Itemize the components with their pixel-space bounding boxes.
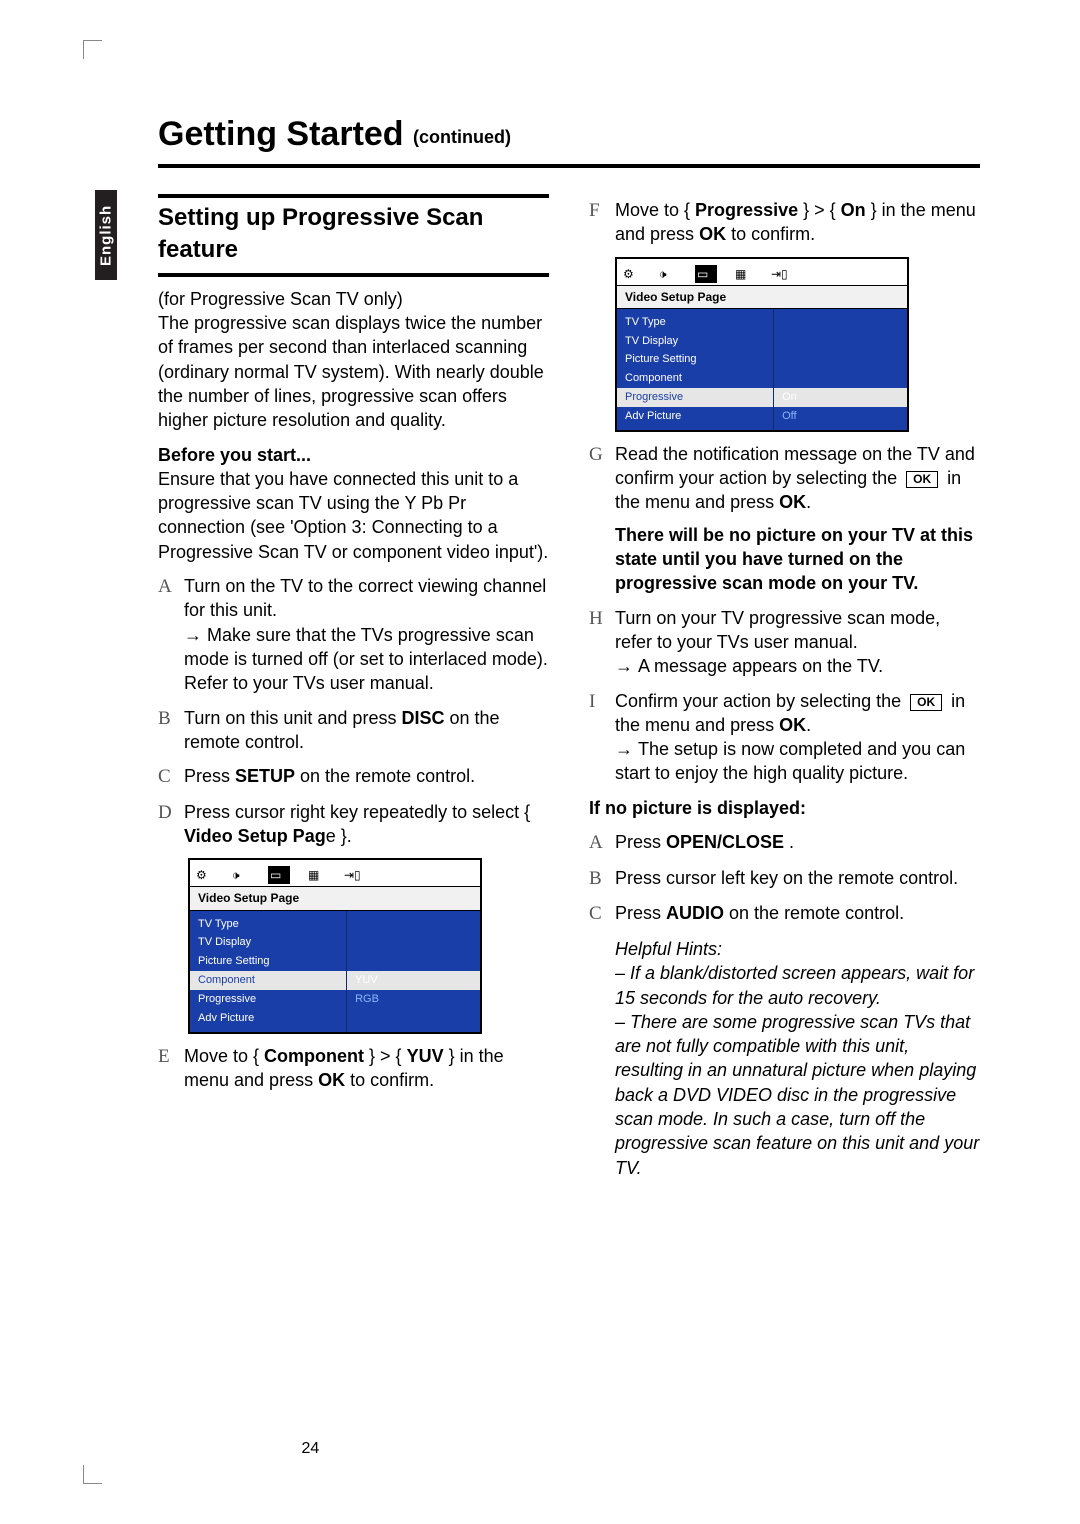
video-icon: ▭ — [695, 265, 717, 283]
pref-icon: ▦ — [735, 266, 753, 282]
osd-screenshot-component: ⚙ 🕩 ▭ ▦ ⇥▯ Video Setup Page TV TypeTV Di… — [188, 858, 482, 1033]
osd-option-item: RGB — [347, 990, 480, 1009]
osd-menu-item: Adv Picture — [617, 407, 773, 426]
general-icon: ⚙ — [623, 266, 641, 282]
osd-title: Video Setup Page — [190, 887, 480, 910]
audio-icon: 🕩 — [659, 266, 677, 282]
osd-menu-item: TV Type — [190, 915, 346, 934]
no-picture-warning: There will be no picture on your TV at t… — [615, 523, 980, 596]
step-i: I Confirm your action by selecting the O… — [589, 689, 980, 786]
step-h: H Turn on your TV progressive scan mode,… — [589, 606, 980, 679]
step-a: A Turn on the TV to the correct viewing … — [158, 574, 549, 695]
pref-icon: ▦ — [308, 867, 326, 883]
hints-label: Helpful Hints: — [615, 939, 722, 959]
osd-menu-item: TV Type — [617, 313, 773, 332]
osd-menu-item: Picture Setting — [617, 350, 773, 369]
no-picture-heading: If no picture is displayed: — [589, 796, 980, 820]
before-body: Ensure that you have connected this unit… — [158, 469, 548, 562]
nopic-a: A Press OPEN/CLOSE . — [589, 830, 980, 856]
right-column: F Move to { Progressive } > { On } in th… — [589, 188, 980, 1190]
title-main: Getting Started — [158, 115, 404, 153]
before-label: Before you start... — [158, 445, 311, 465]
osd-menu-item: Picture Setting — [190, 952, 346, 971]
step-e: E Move to { Component } > { YUV } in the… — [158, 1044, 549, 1093]
arrow-note: Make sure that the TVs progressive scan … — [184, 625, 548, 694]
manual-page: English Getting Started (continued) Sett… — [83, 40, 1040, 1484]
osd-option-item: Off — [774, 407, 907, 426]
page-number: 24 — [302, 1440, 320, 1458]
osd-screenshot-progressive: ⚙ 🕩 ▭ ▦ ⇥▯ Video Setup Page TV TypeTV Di… — [615, 257, 909, 432]
osd-menu-item: Component — [190, 971, 346, 990]
before-you-start: Before you start... Ensure that you have… — [158, 443, 549, 564]
step-g: G Read the notification message on the T… — [589, 442, 980, 596]
step-b: B Turn on this unit and press DISC on th… — [158, 706, 549, 755]
helpful-hints: Helpful Hints: – If a blank/distorted sc… — [615, 937, 980, 1180]
ok-menu-badge: OK — [906, 471, 938, 488]
hint-1: – If a blank/distorted screen appears, w… — [615, 963, 974, 1007]
osd-menu-item: Adv Picture — [190, 1009, 346, 1028]
language-tab: English — [95, 190, 117, 280]
osd-menu-item: Progressive — [617, 388, 773, 407]
step-c: C Press SETUP on the remote control. — [158, 764, 549, 790]
osd-tabs: ⚙ 🕩 ▭ ▦ ⇥▯ — [190, 860, 480, 887]
lock-icon: ⇥▯ — [771, 266, 789, 282]
step-d: D Press cursor right key repeatedly to s… — [158, 800, 549, 849]
step-f: F Move to { Progressive } > { On } in th… — [589, 198, 980, 247]
audio-icon: 🕩 — [232, 867, 250, 883]
title-continued: (continued) — [413, 127, 511, 147]
ok-menu-badge: OK — [910, 694, 942, 711]
page-title: Getting Started (continued) — [158, 115, 980, 168]
section-heading: Setting up Progressive Scan feature — [158, 194, 549, 277]
video-icon: ▭ — [268, 866, 290, 884]
osd-menu-item: TV Display — [617, 332, 773, 351]
osd-tabs: ⚙ 🕩 ▭ ▦ ⇥▯ — [617, 259, 907, 286]
hint-2: – There are some progressive scan TVs th… — [615, 1012, 979, 1178]
lock-icon: ⇥▯ — [344, 867, 362, 883]
nopic-b: B Press cursor left key on the remote co… — [589, 866, 980, 892]
osd-title: Video Setup Page — [617, 286, 907, 309]
general-icon: ⚙ — [196, 867, 214, 883]
intro-paragraph: (for Progressive Scan TV only) The progr… — [158, 287, 549, 433]
nopic-c: C Press AUDIO on the remote control. — [589, 901, 980, 927]
osd-menu-item: Progressive — [190, 990, 346, 1009]
osd-option-item: On — [774, 388, 907, 407]
osd-menu-item: TV Display — [190, 933, 346, 952]
osd-menu-item: Component — [617, 369, 773, 388]
osd-option-item: YUV — [347, 971, 480, 990]
left-column: Setting up Progressive Scan feature (for… — [158, 188, 549, 1190]
